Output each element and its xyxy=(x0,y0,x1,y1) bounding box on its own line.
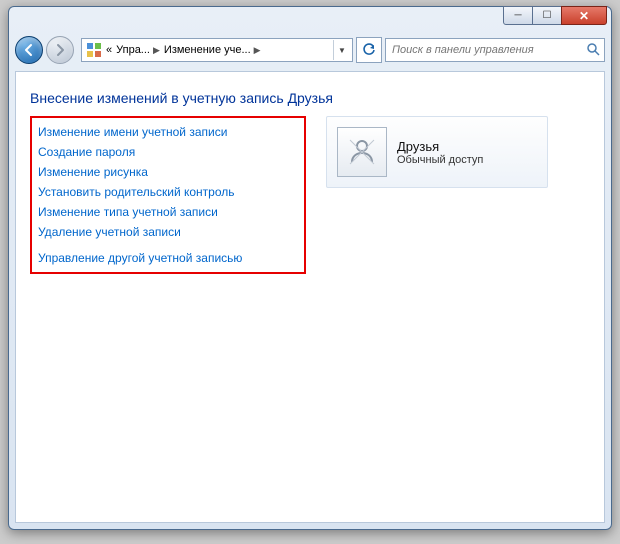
user-placeholder-icon xyxy=(344,134,380,170)
link-change-name[interactable]: Изменение имени учетной записи xyxy=(36,122,296,142)
window-frame: ─ ☐ ✕ « Упра... ▶ Изменение уче... ▶ ▼ xyxy=(8,6,612,530)
link-change-type[interactable]: Изменение типа учетной записи xyxy=(36,202,296,222)
columns: Изменение имени учетной записи Создание … xyxy=(16,116,604,274)
refresh-icon xyxy=(362,43,376,57)
forward-button[interactable] xyxy=(46,36,74,64)
account-card: Друзья Обычный доступ xyxy=(326,116,548,188)
window-controls: ─ ☐ ✕ xyxy=(504,6,607,25)
refresh-button[interactable] xyxy=(356,37,382,63)
content-area: Внесение изменений в учетную запись Друз… xyxy=(15,71,605,523)
search-icon[interactable] xyxy=(586,42,600,59)
search-box[interactable] xyxy=(385,38,605,62)
link-parental-controls[interactable]: Установить родительский контроль xyxy=(36,182,296,202)
link-create-password[interactable]: Создание пароля xyxy=(36,142,296,162)
minimize-button[interactable]: ─ xyxy=(503,6,533,25)
titlebar: ─ ☐ ✕ xyxy=(9,7,611,35)
arrow-right-icon xyxy=(53,43,67,57)
page-title: Внесение изменений в учетную запись Друз… xyxy=(16,72,604,116)
navigation-row: « Упра... ▶ Изменение уче... ▶ ▼ xyxy=(9,35,611,69)
address-dropdown-button[interactable]: ▼ xyxy=(333,40,350,60)
account-info: Друзья Обычный доступ xyxy=(397,139,483,166)
maximize-button[interactable]: ☐ xyxy=(532,6,562,25)
chevron-right-icon: ▶ xyxy=(254,45,261,56)
link-change-picture[interactable]: Изменение рисунка xyxy=(36,162,296,182)
chevron-right-icon: ▶ xyxy=(153,45,160,56)
breadcrumb-item[interactable]: Изменение уче... ▶ xyxy=(164,44,261,56)
breadcrumb-label: Изменение уче... xyxy=(164,44,251,56)
avatar xyxy=(337,127,387,177)
account-type: Обычный доступ xyxy=(397,154,483,166)
search-input[interactable] xyxy=(390,43,586,57)
account-name: Друзья xyxy=(397,139,483,154)
arrow-left-icon xyxy=(22,43,36,57)
address-bar[interactable]: « Упра... ▶ Изменение уче... ▶ ▼ xyxy=(81,38,353,62)
account-actions-list: Изменение имени учетной записи Создание … xyxy=(30,116,306,274)
breadcrumb-sep: « xyxy=(106,44,112,56)
link-delete-account[interactable]: Удаление учетной записи xyxy=(36,222,296,242)
breadcrumb-label: Упра... xyxy=(116,44,150,56)
breadcrumb-item[interactable]: Упра... ▶ xyxy=(116,44,160,56)
close-button[interactable]: ✕ xyxy=(561,6,607,25)
back-button[interactable] xyxy=(15,36,43,64)
control-panel-icon xyxy=(86,42,102,58)
link-manage-other-account[interactable]: Управление другой учетной записью xyxy=(36,248,296,268)
